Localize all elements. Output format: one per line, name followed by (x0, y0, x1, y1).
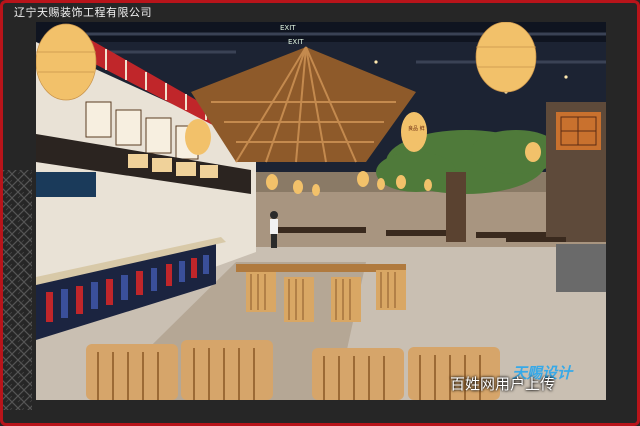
restaurant-photo: 良品 鲜 (36, 22, 606, 400)
image-frame: 辽宁天赐装饰工程有限公司 良品 鲜 EXIT EXIT 天赐设计 百姓网用户上传 (0, 0, 640, 426)
exit-sign-top: EXIT (280, 24, 296, 32)
company-name: 辽宁天赐装饰工程有限公司 (14, 6, 152, 19)
lantern-text: 良品 鲜 (408, 125, 425, 132)
exit-sign-bottom: EXIT (288, 38, 304, 46)
lattice-decoration (2, 170, 32, 410)
watermark-text: 百姓网用户上传 (450, 375, 556, 393)
